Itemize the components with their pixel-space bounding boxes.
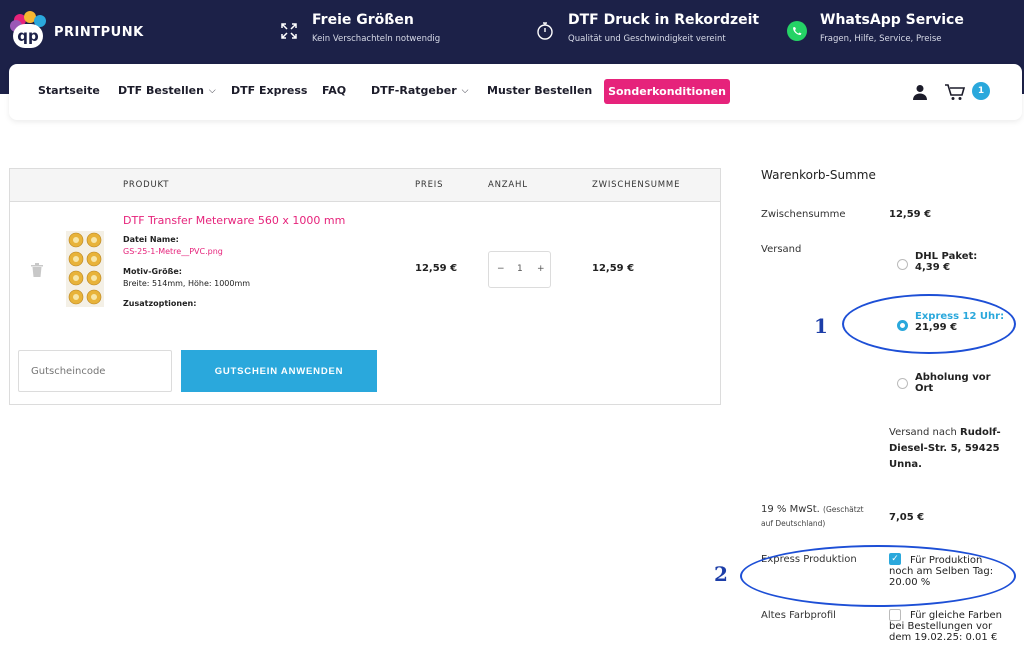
nav-dtf-express[interactable]: DTF Express — [231, 84, 307, 97]
chevron-down-icon: ⌵ — [461, 85, 469, 96]
brand-logo[interactable]: qp PRINTPUNK — [10, 11, 144, 50]
decrease-qty-button[interactable]: − — [497, 264, 505, 274]
item-subtotal: 12,59 € — [592, 263, 635, 274]
subtotal-label: Zwischensumme — [761, 209, 846, 220]
header-quantity: ANZAHL — [488, 180, 528, 190]
quantity-value[interactable]: 1 — [517, 264, 523, 274]
shipping-dhl-label[interactable]: DHL Paket: 4,39 € — [915, 251, 977, 273]
nav-dtf-ratgeber[interactable]: DTF-Ratgeber ⌵ — [371, 84, 468, 97]
feature-title: Freie Größen — [312, 12, 414, 28]
feature-title: WhatsApp Service — [820, 12, 964, 28]
cart-table-header: PRODUKT PREIS ANZAHL ZWISCHENSUMME — [10, 169, 720, 202]
shipping-pickup-label[interactable]: Abholung vor Ort — [915, 372, 991, 394]
feature-fast-print: DTF Druck in Rekordzeit Qualität und Ges… — [534, 12, 759, 44]
file-name-label: Datei Name: — [123, 235, 179, 244]
cart-icon[interactable] — [944, 83, 966, 101]
shipping-label: Versand — [761, 244, 802, 255]
subtotal-value: 12,59 € — [889, 209, 932, 220]
increase-qty-button[interactable]: + — [537, 264, 545, 274]
expand-arrows-icon — [278, 20, 300, 42]
product-thumbnail[interactable] — [66, 231, 104, 307]
vat-label: 19 % MwSt. (Geschätzt auf Deutschland) — [761, 504, 864, 528]
feature-free-sizes: Freie Größen Kein Verschachteln notwendi… — [278, 12, 440, 44]
stopwatch-icon — [534, 20, 556, 42]
cart-table: PRODUKT PREIS ANZAHL ZWISCHENSUMME DTF T… — [9, 168, 721, 405]
header-subtotal: ZWISCHENSUMME — [592, 180, 681, 190]
nav-dtf-bestellen[interactable]: DTF Bestellen ⌵ — [118, 84, 216, 97]
vat-value: 7,05 € — [889, 512, 925, 523]
motif-size-label: Motiv-Größe: — [123, 267, 182, 276]
feature-subtitle: Fragen, Hilfe, Service, Preise — [820, 34, 942, 44]
feature-subtitle: Qualität und Geschwindigkeit vereint — [568, 34, 726, 44]
product-name-link[interactable]: DTF Transfer Meterware 560 x 1000 mm — [123, 214, 345, 227]
logo-mark-icon: qp — [10, 11, 46, 50]
sonderkonditionen-button[interactable]: Sonderkonditionen — [604, 79, 730, 104]
annotation-ellipse-2 — [740, 545, 1016, 607]
main-navigation: Startseite DTF Bestellen ⌵ DTF Express FA… — [9, 64, 1022, 120]
file-name-value[interactable]: GS-25-1-Metre__PVC.png — [123, 247, 223, 256]
logo-text: PRINTPUNK — [54, 24, 144, 40]
item-price: 12,59 € — [415, 263, 458, 274]
chevron-down-icon: ⌵ — [208, 85, 216, 96]
cart-count-badge[interactable]: 1 — [972, 82, 990, 100]
cart-totals-title: Warenkorb-Summe — [761, 168, 876, 182]
feature-subtitle: Kein Verschachteln notwendig — [312, 34, 441, 44]
color-profile-label: Altes Farbprofil — [761, 610, 836, 621]
annotation-ellipse-1 — [842, 294, 1016, 354]
motif-size-value: Breite: 514mm, Höhe: 1000mm — [123, 279, 251, 288]
extras-label: Zusatzoptionen: — [123, 299, 197, 308]
feature-whatsapp[interactable]: WhatsApp Service Fragen, Hilfe, Service,… — [786, 12, 964, 44]
annotation-number-1: 1 — [814, 314, 828, 338]
shipping-dhl-radio[interactable] — [897, 259, 908, 270]
coupon-input[interactable] — [18, 350, 172, 392]
apply-coupon-button[interactable]: GUTSCHEIN ANWENDEN — [181, 350, 377, 392]
header-product: PRODUKT — [123, 180, 170, 190]
remove-item-icon[interactable] — [31, 262, 43, 277]
color-profile-text[interactable]: Für gleiche Farben bei Bestellungen vor … — [889, 610, 1017, 643]
annotation-number-2: 2 — [714, 562, 728, 586]
shipping-pickup-radio[interactable] — [897, 378, 908, 389]
shipping-destination: Versand nach Rudolf- Diesel-Str. 5, 5942… — [889, 427, 1001, 470]
quantity-stepper: − 1 + — [488, 251, 551, 288]
user-icon[interactable] — [913, 84, 927, 100]
nav-muster-bestellen[interactable]: Muster Bestellen — [487, 84, 592, 97]
nav-startseite[interactable]: Startseite — [38, 84, 100, 97]
nav-faq[interactable]: FAQ — [322, 84, 346, 97]
whatsapp-icon — [786, 20, 808, 42]
feature-title: DTF Druck in Rekordzeit — [568, 12, 760, 28]
header-price: PREIS — [415, 180, 444, 190]
